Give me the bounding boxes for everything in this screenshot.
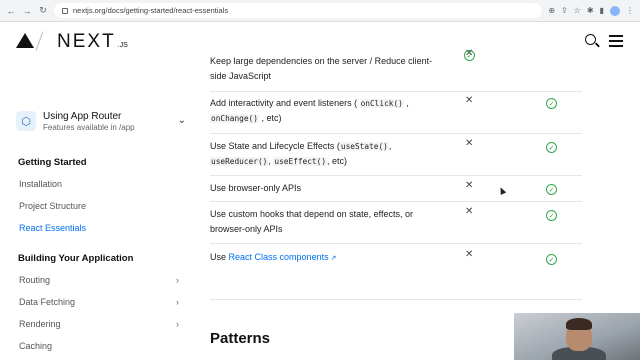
cube-icon: ⬡ — [16, 111, 36, 131]
webcam-overlay — [514, 313, 640, 360]
router-title: Using App Router — [43, 110, 122, 122]
cross-icon: ✕ — [465, 180, 474, 191]
check-icon: ✓ — [464, 50, 475, 61]
check-icon: ✓ — [546, 142, 557, 153]
row-label: Use browser-only APIs — [210, 183, 302, 193]
row-text-part: Use State and Lifecycle Effects ( — [210, 141, 340, 151]
row-text-part: Use — [210, 252, 227, 262]
sidebar-item-label: Data Fetching — [19, 297, 76, 307]
zoom-icon[interactable]: ⊕ — [548, 6, 555, 15]
check-icon: ✓ — [546, 254, 557, 265]
sidebar-item-routing[interactable]: Routing › — [19, 275, 179, 285]
sidebar-item-project-structure[interactable]: Project Structure — [19, 201, 179, 211]
profile-avatar[interactable] — [610, 5, 620, 16]
code-on-change: onChange() — [210, 114, 259, 123]
check-icon: ✓ — [546, 98, 557, 109]
router-subtitle: Features available in /app — [43, 122, 135, 132]
docs-sidebar: ⬡ Using App Router Features available in… — [0, 62, 196, 360]
external-link-icon: ↗ — [328, 255, 337, 262]
row-text-part: Add interactivity and event listeners ( — [210, 98, 358, 108]
chevron-right-icon: › — [176, 319, 179, 329]
extensions-icon[interactable]: ✱ — [587, 6, 594, 15]
section-building-your-application: Building Your Application — [18, 253, 134, 264]
chevron-right-icon: › — [176, 297, 179, 307]
table-row: Use browser-only APIs ✕ ✓ — [210, 176, 582, 202]
sidebar-item-label: Project Structure — [19, 201, 87, 211]
row-label: Keep large dependencies on the server / … — [210, 56, 433, 81]
table-row: Add interactivity and event listeners ( … — [210, 92, 582, 134]
browser-menu-icon[interactable]: ⋮ — [626, 6, 634, 15]
sidebar-item-label: Rendering — [19, 319, 61, 329]
sidebar-item-installation[interactable]: Installation — [19, 179, 179, 189]
row-text-part: , — [388, 141, 392, 151]
chevron-right-icon: › — [176, 275, 179, 285]
row-label: Use React Class components ↗ — [210, 250, 440, 266]
sidebar-item-rendering[interactable]: Rendering › — [19, 319, 179, 329]
cross-icon: ✕ — [465, 95, 474, 106]
row-text-part: , — [268, 156, 271, 166]
section-getting-started: Getting Started — [18, 157, 87, 168]
sidebar-item-caching[interactable]: Caching — [19, 341, 179, 351]
sidebar-item-label: Caching — [19, 341, 53, 351]
row-label: Add interactivity and event listeners ( … — [210, 96, 440, 126]
table-row: Use React Class components ↗ ✕ ✓ — [210, 244, 582, 300]
check-icon: ✓ — [546, 184, 557, 195]
reload-icon[interactable]: ↻ — [38, 5, 48, 16]
sidebar-item-label: Routing — [19, 275, 51, 285]
cross-icon: ✕ — [465, 206, 474, 217]
code-use-effect: useEffect() — [273, 157, 328, 166]
vercel-logo-icon[interactable] — [16, 33, 34, 48]
table-row: Use State and Lifecycle Effects (useStat… — [210, 134, 582, 176]
check-icon: ✓ — [546, 210, 557, 221]
code-use-reducer: useReducer() — [210, 157, 269, 166]
row-text-part: , etc) — [261, 113, 282, 123]
row-text-part: , — [406, 98, 409, 108]
code-on-click: onClick() — [359, 99, 404, 108]
cross-icon: ✕ — [465, 138, 474, 149]
table-row: Keep large dependencies on the server / … — [210, 48, 582, 92]
table-row: Use custom hooks that depend on state, e… — [210, 202, 582, 244]
presenter-hair — [566, 318, 592, 330]
row-label: Use State and Lifecycle Effects (useStat… — [210, 139, 440, 169]
search-icon[interactable] — [585, 34, 596, 45]
sidebar-item-data-fetching[interactable]: Data Fetching › — [19, 297, 179, 307]
cross-icon: ✕ — [465, 249, 474, 260]
sidebar-item-label: React Essentials — [19, 223, 87, 233]
sidepanel-icon[interactable]: ▮ — [600, 6, 604, 15]
nextjs-logo[interactable]: NEXT .JS — [57, 31, 128, 53]
hamburger-menu-icon[interactable] — [609, 35, 623, 47]
router-switcher[interactable]: ⬡ Using App Router Features available in… — [16, 106, 192, 136]
row-label: Use custom hooks that depend on state, e… — [210, 209, 413, 234]
lock-icon — [62, 7, 68, 14]
browser-toolbar: ← → ↻ nextjs.org/docs/getting-started/re… — [0, 0, 640, 22]
share-icon[interactable]: ⇪ — [561, 6, 568, 15]
back-icon[interactable]: ← — [6, 6, 16, 16]
url-text: nextjs.org/docs/getting-started/react-es… — [73, 6, 229, 15]
address-bar[interactable]: nextjs.org/docs/getting-started/react-es… — [54, 3, 543, 18]
row-text-part: , etc) — [327, 156, 348, 166]
forward-icon[interactable]: → — [22, 6, 32, 16]
bookmark-star-icon[interactable]: ☆ — [574, 6, 581, 15]
logo-suffix: .JS — [117, 42, 128, 49]
logo-divider — [35, 31, 44, 51]
code-use-state: useState() — [339, 142, 389, 151]
section-heading-patterns: Patterns — [210, 330, 271, 347]
logo-text: NEXT — [57, 31, 116, 52]
sidebar-item-react-essentials[interactable]: React Essentials — [19, 223, 179, 233]
chevron-down-icon[interactable]: ⌄ — [178, 115, 186, 126]
sidebar-item-label: Installation — [19, 179, 63, 189]
react-class-components-link[interactable]: React Class components — [229, 252, 329, 262]
